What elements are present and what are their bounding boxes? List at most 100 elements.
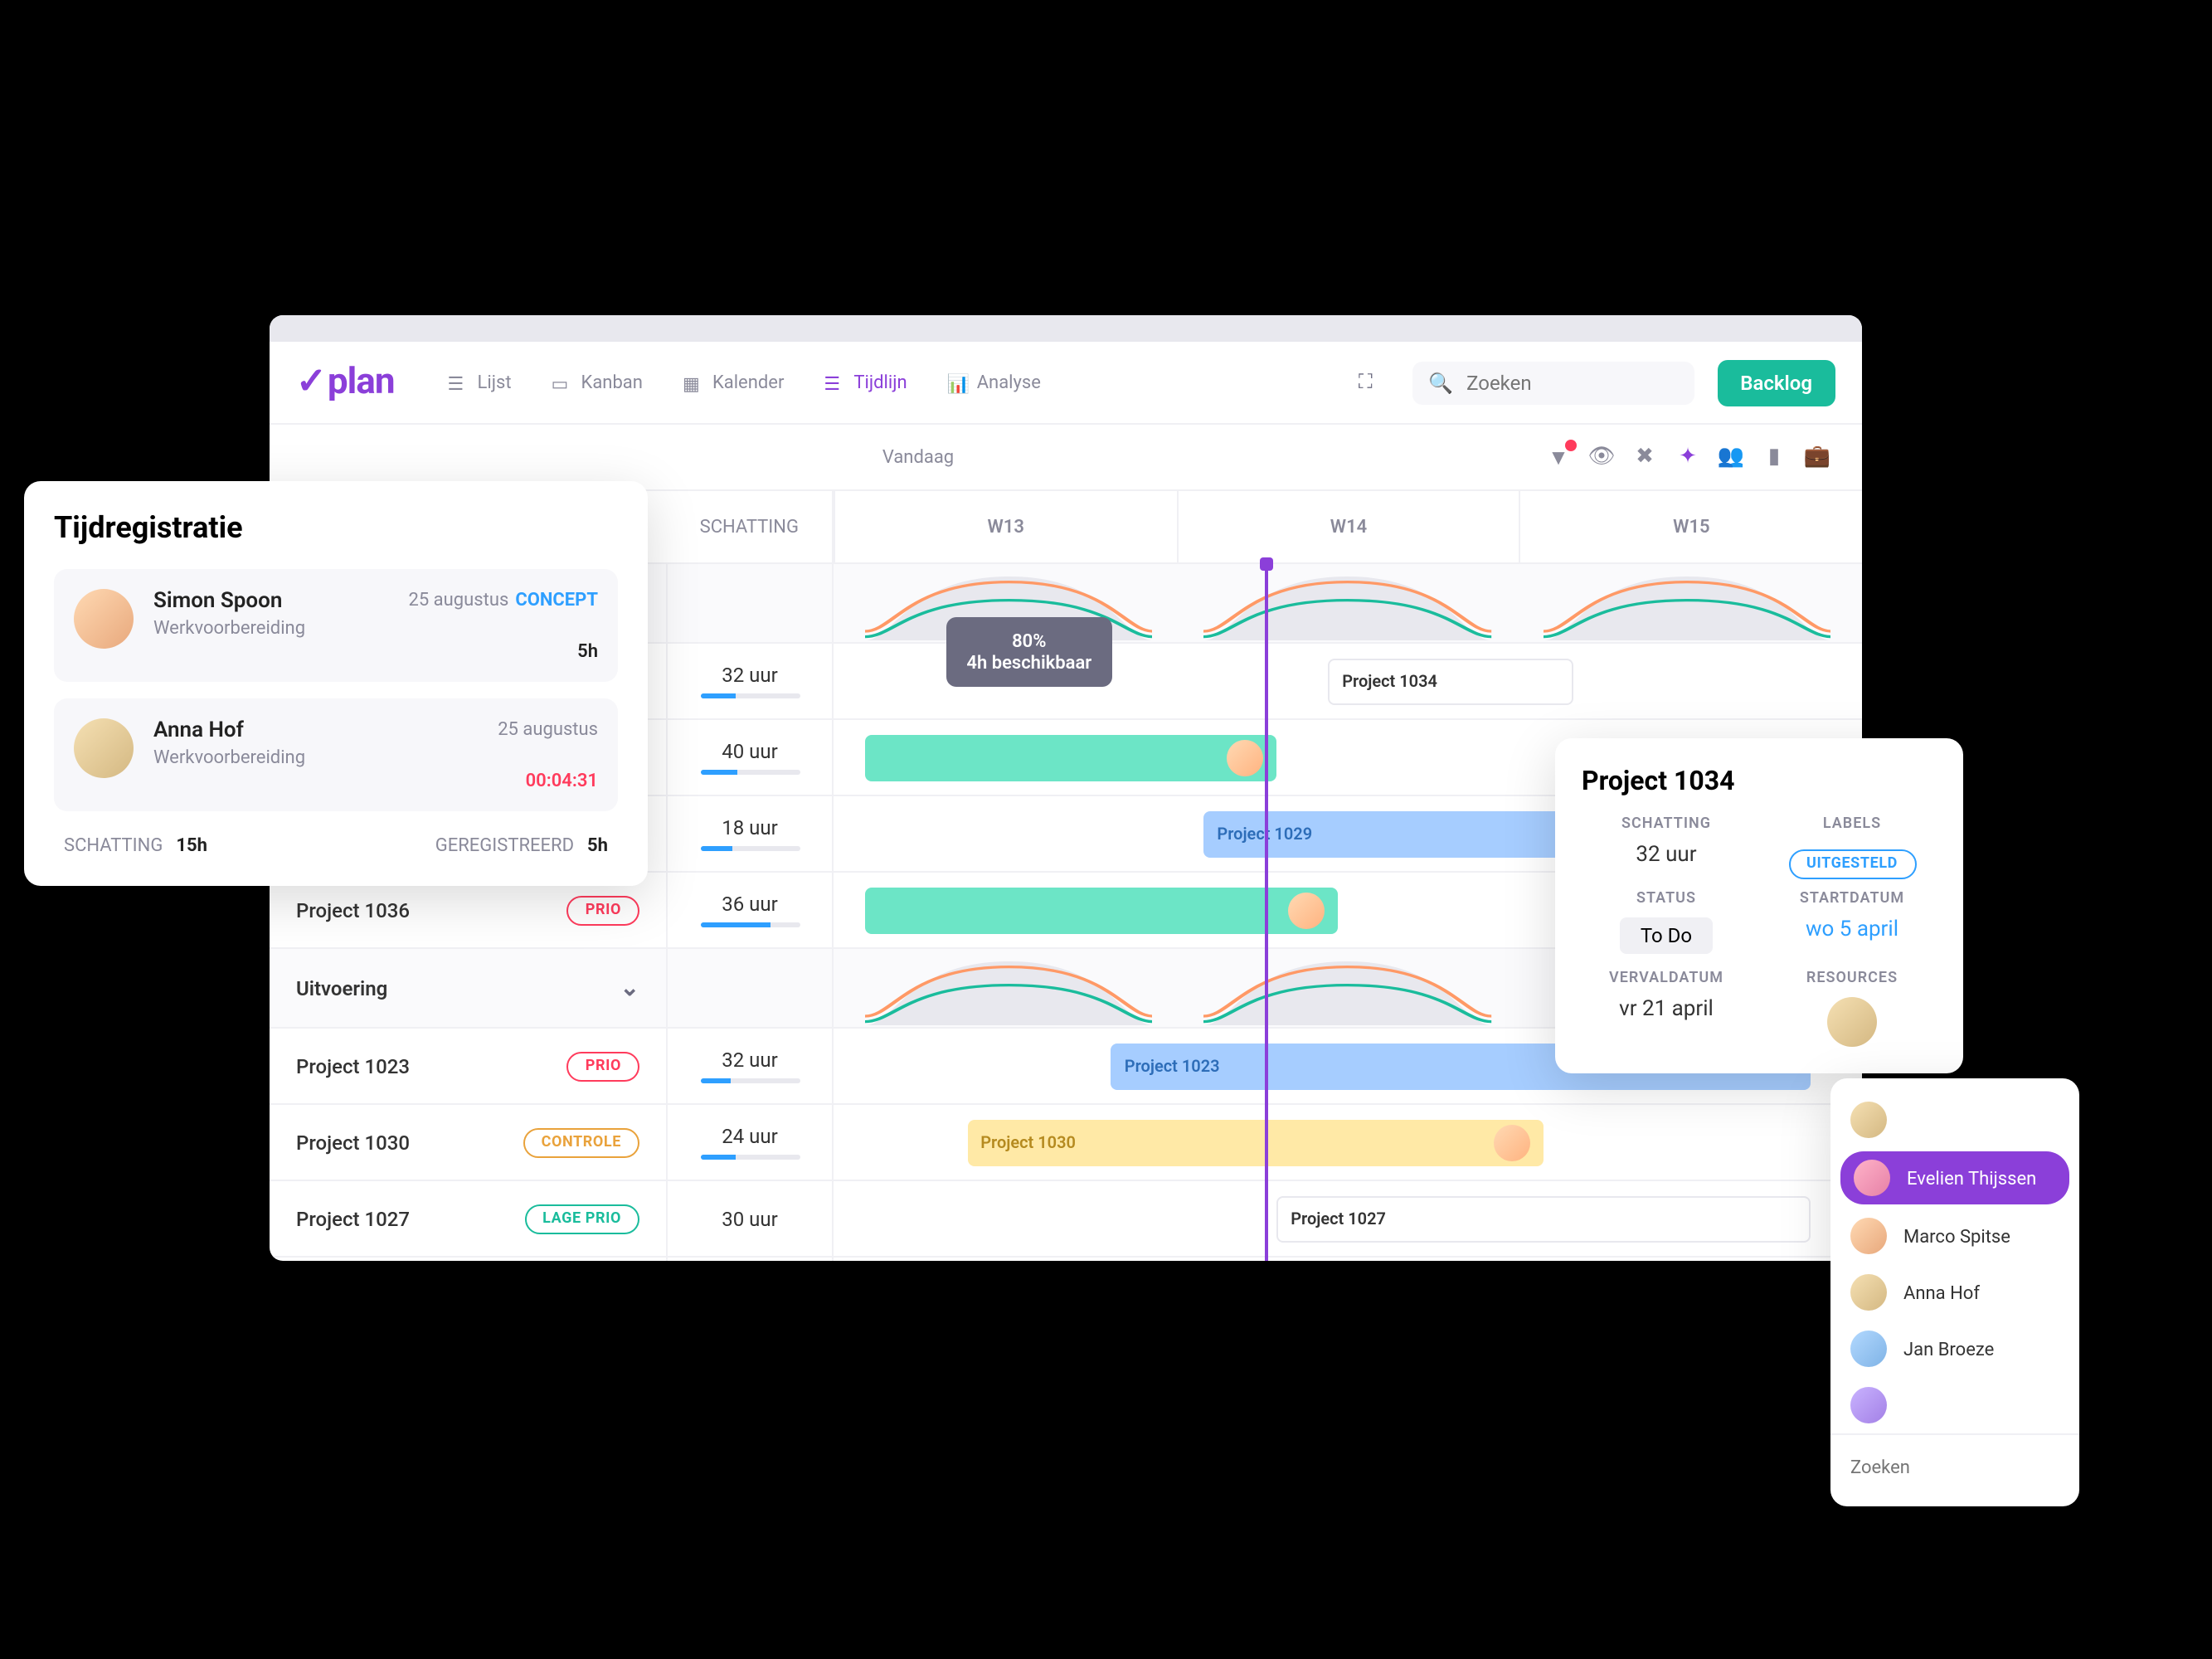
puzzle-icon[interactable]: ✦	[1670, 439, 1706, 475]
group-header[interactable]: Uitvoering ⌄	[270, 949, 666, 1029]
resource-avatar[interactable]	[1827, 997, 1877, 1047]
due-date: vr 21 april	[1582, 997, 1751, 1022]
tab-label: Analyse	[976, 372, 1040, 393]
entry-hours: 5h	[408, 640, 598, 662]
project-name: Project 1036	[296, 898, 547, 922]
backlog-button[interactable]: Backlog	[1717, 359, 1835, 406]
tab-label: Lijst	[477, 372, 511, 393]
tab-label: Kanban	[581, 372, 642, 393]
avatar	[1854, 1160, 1890, 1196]
project-name: Project 1023	[296, 1054, 547, 1078]
tools-icon[interactable]: ✖	[1626, 439, 1663, 475]
start-date[interactable]: wo 5 april	[1767, 917, 1937, 942]
avatar	[1850, 1218, 1887, 1254]
window-titlebar	[270, 315, 1862, 342]
detail-estimate: 32 uur	[1582, 843, 1751, 868]
week-col: W13	[834, 491, 1176, 562]
estimate-column: 32 uur 40 uur 18 uur 36 uur 32 uur 24 uu…	[668, 564, 834, 1261]
status-chip[interactable]: To Do	[1620, 917, 1711, 954]
timeline-icon: ☰	[824, 372, 843, 392]
timeline-bar[interactable]: Project 1030	[967, 1120, 1543, 1166]
avatar	[74, 718, 134, 778]
tab-label: Kalender	[712, 372, 783, 393]
resource-option-selected[interactable]: Evelien Thijssen	[1840, 1151, 2069, 1204]
entry-date: 25 augustus	[498, 718, 598, 740]
fullscreen-icon[interactable]: ⛶	[1342, 359, 1388, 406]
task-name: Werkvoorbereiding	[153, 747, 478, 768]
resource-search[interactable]	[1850, 1457, 2059, 1478]
briefcase-icon[interactable]: 💼	[1799, 439, 1835, 475]
now-indicator	[1265, 564, 1268, 1261]
eye-icon[interactable]: 👁	[1583, 439, 1620, 475]
panel-title: Tijdregistratie	[54, 511, 618, 546]
timeline-bar[interactable]: Project 1027	[1276, 1196, 1811, 1243]
estimate-header: SCHATTING	[666, 491, 831, 562]
time-entry[interactable]: Simon Spoon Werkvoorbereiding 25 augustu…	[54, 569, 618, 682]
timeline-bar[interactable]: Project 1034	[1327, 659, 1574, 705]
resource-option[interactable]	[1830, 1092, 2079, 1148]
app-header: plan ☰ Lijst ▭ Kanban ▦ Kalender ☰Tijdlijn …	[270, 342, 1862, 425]
availability-tooltip: 80%4h beschikbaar	[946, 617, 1111, 687]
entry-date: 25 augustus	[408, 589, 508, 611]
avatar	[1850, 1387, 1887, 1423]
avatar	[1493, 1125, 1529, 1161]
project-name: Project 1027	[296, 1207, 504, 1230]
estimate-cell: 32 uur	[668, 1029, 832, 1105]
timer-value: 00:04:31	[498, 770, 598, 791]
group-name: Uitvoering	[296, 976, 387, 1000]
avatar	[1850, 1102, 1887, 1138]
estimate-cell: 24 uur	[668, 1105, 832, 1181]
tab-kalender[interactable]: ▦ Kalender	[668, 362, 796, 403]
time-registration-panel: Tijdregistratie Simon Spoon Werkvoorbere…	[24, 481, 648, 886]
task-name: Werkvoorbereiding	[153, 617, 389, 639]
list-icon: ☰	[447, 372, 467, 392]
time-entry[interactable]: Anna Hof Werkvoorbereiding 25 augustus 0…	[54, 698, 618, 811]
project-row[interactable]: Project 1030CONTROLE	[270, 1105, 666, 1181]
tab-lijst[interactable]: ☰ Lijst	[434, 362, 524, 403]
week-col: W14	[1176, 491, 1519, 562]
week-col: W15	[1519, 491, 1861, 562]
person-name: Anna Hof	[153, 718, 478, 743]
search-field[interactable]	[1466, 371, 1677, 394]
today-label[interactable]: Vandaag	[296, 446, 1540, 468]
avatar	[1287, 893, 1324, 929]
resource-option[interactable]: Marco Spitse	[1830, 1208, 2079, 1264]
detail-title: Project 1034	[1582, 765, 1937, 796]
panel-footer: SCHATTING15h GEREGISTREERD5h	[54, 828, 618, 856]
search-input[interactable]: 🔍	[1412, 361, 1694, 404]
label-pill: UITGESTELD	[1788, 849, 1916, 879]
concept-tag: CONCEPT	[515, 589, 598, 611]
estimate-cell: 30 uur	[668, 1181, 832, 1258]
avatar	[1226, 740, 1262, 776]
resource-picker: Evelien Thijssen Marco Spitse Anna Hof J…	[1830, 1078, 2079, 1506]
kanban-icon: ▭	[551, 372, 571, 392]
project-detail-panel: Project 1034 SCHATTING32 uur LABELSUITGE…	[1555, 738, 1963, 1073]
resource-option[interactable]	[1830, 1377, 2079, 1433]
resource-option[interactable]: Anna Hof	[1830, 1264, 2079, 1321]
filter-icon[interactable]: ▼	[1540, 439, 1577, 475]
label-pill: PRIO	[566, 1051, 639, 1081]
avatar	[1850, 1274, 1887, 1311]
analyse-icon: 📊	[946, 372, 966, 392]
project-name: Project 1030	[296, 1131, 503, 1154]
tab-analyse[interactable]: 📊 Analyse	[933, 362, 1053, 403]
tab-kanban[interactable]: ▭ Kanban	[537, 362, 655, 403]
timeline-bar[interactable]	[864, 735, 1276, 781]
resource-option[interactable]: Jan Broeze	[1830, 1321, 2079, 1377]
label-pill: PRIO	[566, 895, 639, 925]
project-row[interactable]: Project 1023 PRIO	[270, 1029, 666, 1105]
avatar	[1850, 1331, 1887, 1367]
project-row[interactable]: Project 1027 LAGE PRIO	[270, 1181, 666, 1258]
label-pill: LAGE PRIO	[524, 1204, 639, 1233]
tab-tijdlijn[interactable]: ☰Tijdlijn	[810, 362, 920, 403]
view-tabs: ☰ Lijst ▭ Kanban ▦ Kalender ☰Tijdlijn 📊 Anal…	[434, 362, 1053, 403]
estimate-cell: 36 uur	[668, 873, 832, 949]
avatar	[74, 589, 134, 649]
chevron-down-icon: ⌄	[620, 975, 639, 1001]
calendar-icon: ▦	[682, 372, 702, 392]
estimate-cell: 18 uur	[668, 796, 832, 873]
estimate-cell: 32 uur	[668, 644, 832, 720]
mouse-icon[interactable]: ▮	[1756, 439, 1792, 475]
team-icon[interactable]: 👥	[1713, 439, 1749, 475]
logo[interactable]: plan	[296, 362, 395, 403]
